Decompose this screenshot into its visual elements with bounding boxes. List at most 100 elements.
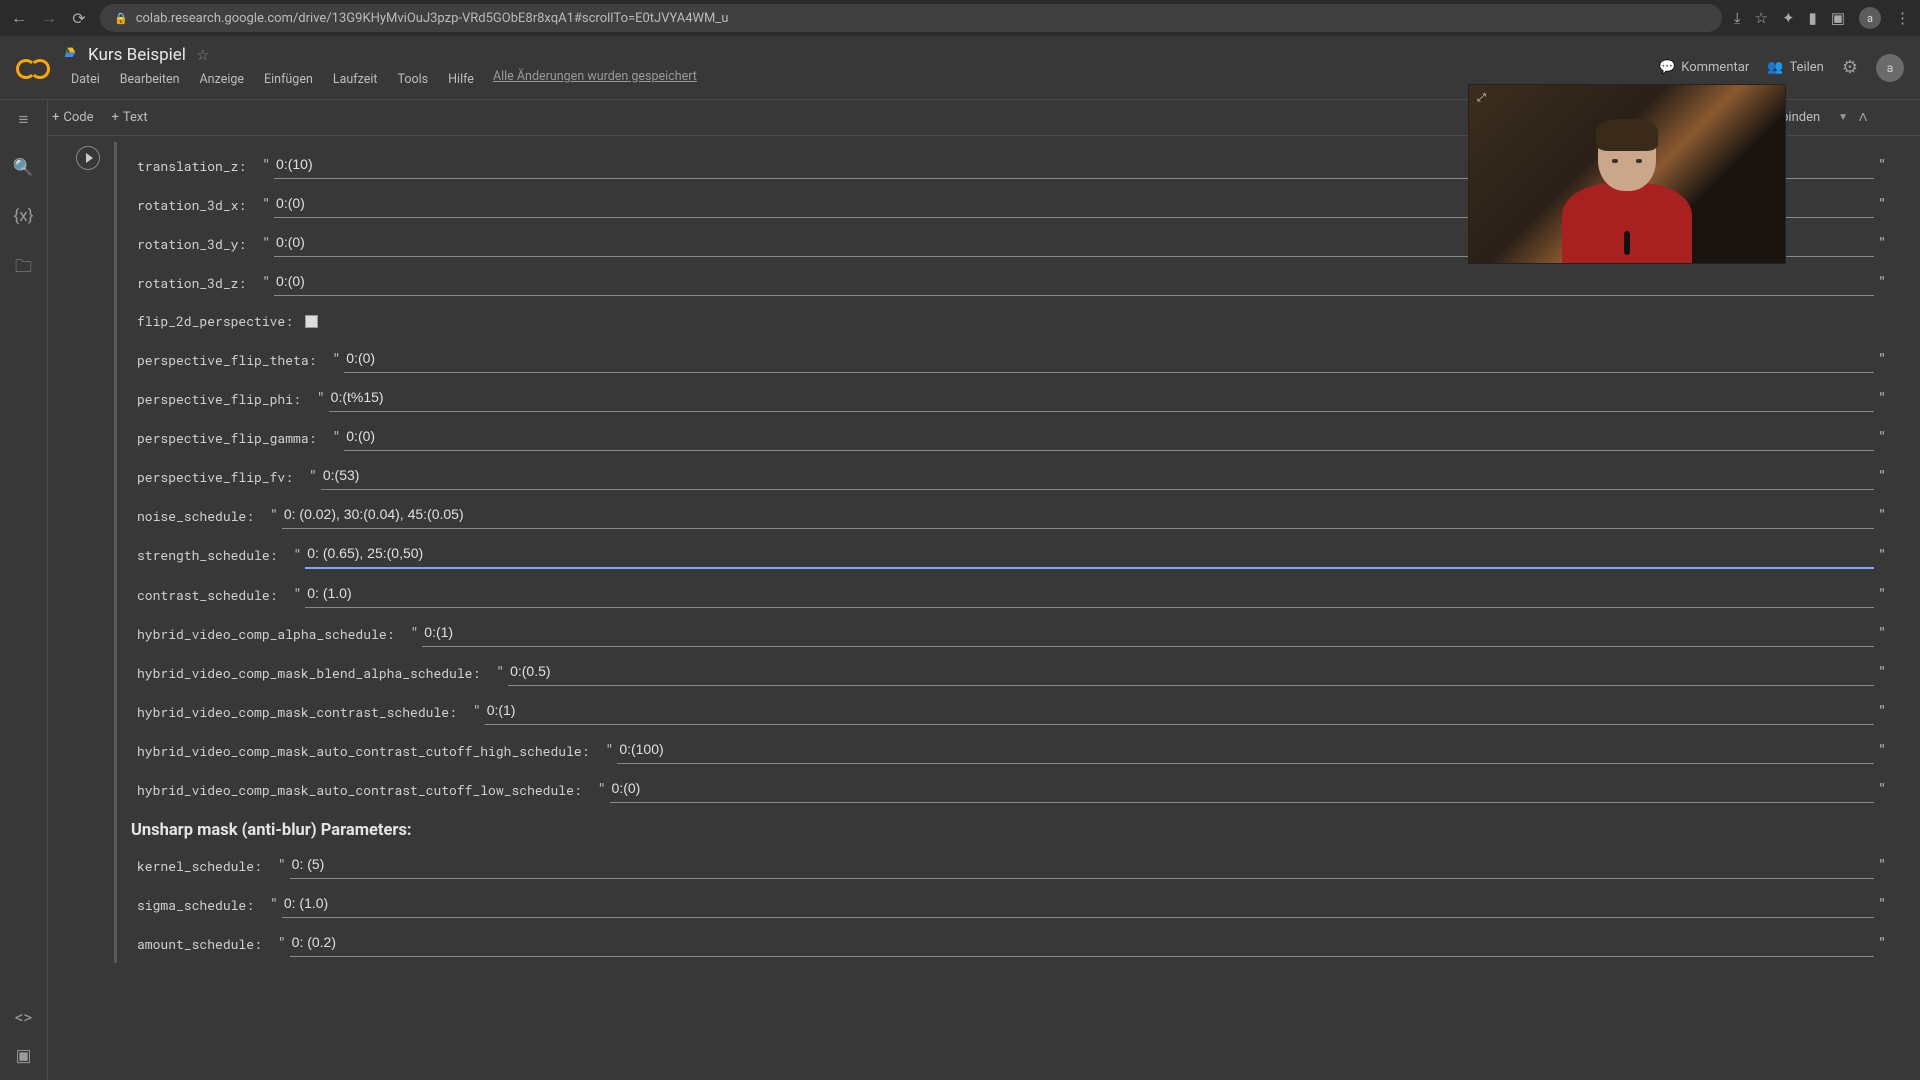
- quote-close: ": [1874, 743, 1890, 758]
- quote-close: ": [1874, 665, 1890, 680]
- back-button[interactable]: ←: [10, 8, 28, 28]
- forward-button[interactable]: →: [40, 8, 58, 28]
- add-text-button[interactable]: + Text: [112, 110, 148, 125]
- input-hybrid-cutoff-low[interactable]: [610, 776, 1875, 803]
- kommentar-label: Kommentar: [1681, 60, 1749, 75]
- label-sigma-schedule: sigma_schedule:: [137, 896, 266, 914]
- extensions-icon[interactable]: ✦: [1782, 9, 1795, 27]
- save-status[interactable]: Alle Änderungen wurden gespeichert: [493, 69, 697, 90]
- terminal-icon[interactable]: ▣: [15, 1046, 31, 1066]
- panel-icon[interactable]: ▣: [1831, 9, 1845, 27]
- quote-close: ": [1874, 626, 1890, 641]
- input-perspective-flip-gamma[interactable]: [344, 424, 1874, 451]
- quote-close: ": [1874, 782, 1890, 797]
- quote-open: ": [258, 275, 274, 290]
- variables-icon[interactable]: {x}: [14, 206, 34, 226]
- quote-open: ": [274, 936, 290, 951]
- share-icon: 👥: [1767, 60, 1783, 75]
- section-unsharp-heading: Unsharp mask (anti-blur) Parameters:: [131, 821, 1890, 840]
- row-hybrid-mask-blend: hybrid_video_comp_mask_blend_alpha_sched…: [137, 653, 1890, 692]
- label-amount-schedule: amount_schedule:: [137, 935, 274, 953]
- menu-datei[interactable]: Datei: [62, 69, 109, 90]
- quote-close: ": [1874, 897, 1890, 912]
- toolbar-expand-icon[interactable]: ˄: [1858, 108, 1868, 128]
- drive-icon: [62, 45, 78, 65]
- menu-laufzeit[interactable]: Laufzeit: [324, 69, 387, 90]
- menu-icon[interactable]: ⋮: [1895, 9, 1910, 27]
- quote-close: ": [1874, 236, 1890, 251]
- quote-close: ": [1874, 469, 1890, 484]
- teilen-label: Teilen: [1789, 60, 1823, 75]
- document-title[interactable]: Kurs Beispiel: [88, 45, 186, 65]
- quote-open: ": [258, 197, 274, 212]
- toc-icon[interactable]: ≡: [19, 110, 29, 130]
- reload-button[interactable]: ⟳: [70, 9, 88, 28]
- label-strength-schedule: strength_schedule:: [137, 546, 289, 564]
- quote-open: ": [266, 508, 282, 523]
- quote-open: ": [258, 236, 274, 251]
- input-hybrid-mask-blend[interactable]: [508, 659, 1874, 686]
- quote-close: ": [1874, 858, 1890, 873]
- add-code-button[interactable]: + Code: [52, 110, 94, 125]
- bookmark-icon[interactable]: ☆: [1755, 9, 1768, 27]
- row-hybrid-cutoff-low: hybrid_video_comp_mask_auto_contrast_cut…: [137, 770, 1890, 809]
- gear-icon[interactable]: ⚙: [1842, 57, 1858, 78]
- quote-close: ": [1874, 430, 1890, 445]
- menu-tools[interactable]: Tools: [389, 69, 438, 90]
- row-perspective-flip-gamma: perspective_flip_gamma: " ": [137, 418, 1890, 457]
- menu-bar: Datei Bearbeiten Anzeige Einfügen Laufze…: [62, 69, 1659, 90]
- row-hybrid-alpha: hybrid_video_comp_alpha_schedule: " ": [137, 614, 1890, 653]
- input-amount-schedule[interactable]: [290, 930, 1875, 957]
- input-perspective-flip-fv[interactable]: [321, 463, 1874, 490]
- label-perspective-flip-gamma: perspective_flip_gamma:: [137, 429, 328, 447]
- row-flip-2d-perspective: flip_2d_perspective:: [137, 302, 1890, 340]
- input-perspective-flip-theta[interactable]: [344, 346, 1874, 373]
- input-contrast-schedule[interactable]: [305, 581, 1874, 608]
- run-cell-button[interactable]: [76, 146, 100, 170]
- row-contrast-schedule: contrast_schedule: " ": [137, 575, 1890, 614]
- colab-logo-icon[interactable]: [16, 56, 50, 80]
- search-icon[interactable]: 🔍: [13, 158, 34, 178]
- label-hybrid-alpha: hybrid_video_comp_alpha_schedule:: [137, 625, 406, 643]
- install-icon[interactable]: ⤓: [1734, 9, 1741, 27]
- input-perspective-flip-phi[interactable]: [329, 385, 1875, 412]
- code-label: Code: [63, 110, 93, 125]
- star-icon[interactable]: ☆: [196, 46, 209, 64]
- input-hybrid-alpha[interactable]: [422, 620, 1874, 647]
- quote-close: ": [1874, 352, 1890, 367]
- menu-bearbeiten[interactable]: Bearbeiten: [111, 69, 189, 90]
- input-hybrid-mask-contrast[interactable]: [485, 698, 1874, 725]
- text-label: Text: [123, 110, 148, 125]
- code-cell: translation_z: " " rotation_3d_x: " " ro…: [58, 142, 1910, 963]
- menu-hilfe[interactable]: Hilfe: [439, 69, 483, 90]
- quote-open: ": [469, 704, 485, 719]
- browser-avatar[interactable]: a: [1859, 7, 1881, 29]
- more-icon[interactable]: ▮: [1809, 9, 1817, 27]
- quote-open: ": [305, 469, 321, 484]
- kommentar-button[interactable]: 💬 Kommentar: [1659, 60, 1749, 75]
- input-noise-schedule[interactable]: [282, 502, 1874, 529]
- row-perspective-flip-fv: perspective_flip_fv: " ": [137, 457, 1890, 496]
- row-perspective-flip-theta: perspective_flip_theta: " ": [137, 340, 1890, 379]
- input-rotation-3d-z[interactable]: [274, 269, 1874, 296]
- input-sigma-schedule[interactable]: [282, 891, 1874, 918]
- label-perspective-flip-fv: perspective_flip_fv:: [137, 468, 305, 486]
- menu-einfuegen[interactable]: Einfügen: [255, 69, 322, 90]
- quote-open: ": [266, 897, 282, 912]
- label-rotation-3d-x: rotation_3d_x:: [137, 196, 258, 214]
- quote-close: ": [1874, 197, 1890, 212]
- connect-dropdown-icon[interactable]: ▼: [1838, 112, 1848, 123]
- input-hybrid-cutoff-high[interactable]: [617, 737, 1874, 764]
- code-snippets-icon[interactable]: <>: [15, 1008, 33, 1028]
- teilen-button[interactable]: 👥 Teilen: [1767, 60, 1824, 75]
- lock-icon: 🔒: [114, 12, 128, 25]
- checkbox-flip-2d-perspective[interactable]: [305, 315, 318, 328]
- input-kernel-schedule[interactable]: [290, 852, 1875, 879]
- input-strength-schedule[interactable]: [305, 541, 1874, 569]
- row-hybrid-cutoff-high: hybrid_video_comp_mask_auto_contrast_cut…: [137, 731, 1890, 770]
- menu-anzeige[interactable]: Anzeige: [191, 69, 253, 90]
- url-bar[interactable]: 🔒 colab.research.google.com/drive/13G9KH…: [100, 4, 1722, 32]
- quote-close: ": [1874, 704, 1890, 719]
- user-avatar[interactable]: a: [1876, 54, 1904, 82]
- files-icon[interactable]: 🗀: [15, 254, 32, 283]
